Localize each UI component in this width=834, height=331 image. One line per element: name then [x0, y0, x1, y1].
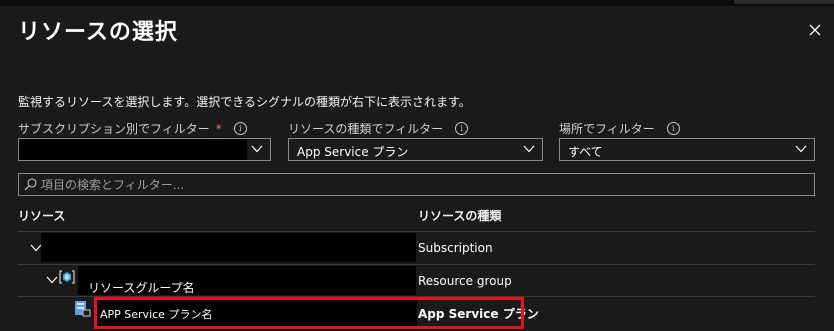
- resource-type-filter-label-group: リソースの種類でフィルター i: [288, 120, 469, 137]
- chevron-down-icon[interactable]: [46, 276, 58, 284]
- location-dropdown-value: すべて: [568, 145, 603, 159]
- required-marker: *: [215, 121, 222, 136]
- panel-title: リソースの選択: [18, 20, 178, 45]
- row-type-resource-group: Resource group: [418, 274, 512, 288]
- search-box[interactable]: [18, 173, 815, 196]
- redacted-subscription-value: [19, 139, 247, 160]
- chevron-down-icon: [523, 145, 535, 153]
- app-service-plan-icon: [75, 301, 91, 317]
- location-dropdown[interactable]: すべて: [559, 138, 815, 161]
- close-button[interactable]: [805, 20, 825, 40]
- info-icon[interactable]: i: [666, 122, 680, 135]
- info-icon[interactable]: i: [455, 122, 469, 135]
- resource-type-dropdown[interactable]: App Service プラン: [288, 138, 543, 161]
- subscription-filter-label-group: サブスクリプション別でフィルター * i: [18, 120, 247, 137]
- column-header-resource-type[interactable]: リソースの種類: [418, 207, 501, 224]
- location-filter-label: 場所でフィルター: [559, 122, 655, 136]
- table-row-subscription[interactable]: Subscription: [18, 232, 815, 264]
- column-header-resource[interactable]: リソース: [18, 207, 65, 224]
- selection-highlight-box: [94, 297, 524, 329]
- panel-description: 監視するリソースを選択します。選択できるシグナルの種類が右下に表示されます。: [18, 95, 471, 109]
- redacted-subscription-name: [41, 233, 416, 262]
- subscription-dropdown[interactable]: [18, 138, 271, 161]
- location-filter-label-group: 場所でフィルター i: [559, 120, 680, 137]
- subscription-filter-label: サブスクリプション別でフィルター: [18, 122, 210, 136]
- info-icon[interactable]: i: [233, 122, 247, 135]
- row-type-subscription: Subscription: [418, 241, 493, 255]
- resource-group-icon: [59, 270, 75, 284]
- chevron-down-icon: [251, 145, 263, 153]
- search-icon: [24, 178, 37, 191]
- close-icon: [809, 24, 821, 36]
- top-bar-right-strip: [734, 0, 834, 4]
- resource-group-name: リソースグループ名: [88, 281, 195, 295]
- search-input[interactable]: [41, 175, 801, 194]
- top-bar: [0, 0, 834, 6]
- table-row-resource-group[interactable]: リソースグループ名 Resource group: [18, 265, 815, 297]
- resource-type-dropdown-value: App Service プラン: [297, 145, 409, 159]
- resource-type-filter-label: リソースの種類でフィルター: [288, 122, 444, 136]
- chevron-down-icon: [795, 145, 807, 153]
